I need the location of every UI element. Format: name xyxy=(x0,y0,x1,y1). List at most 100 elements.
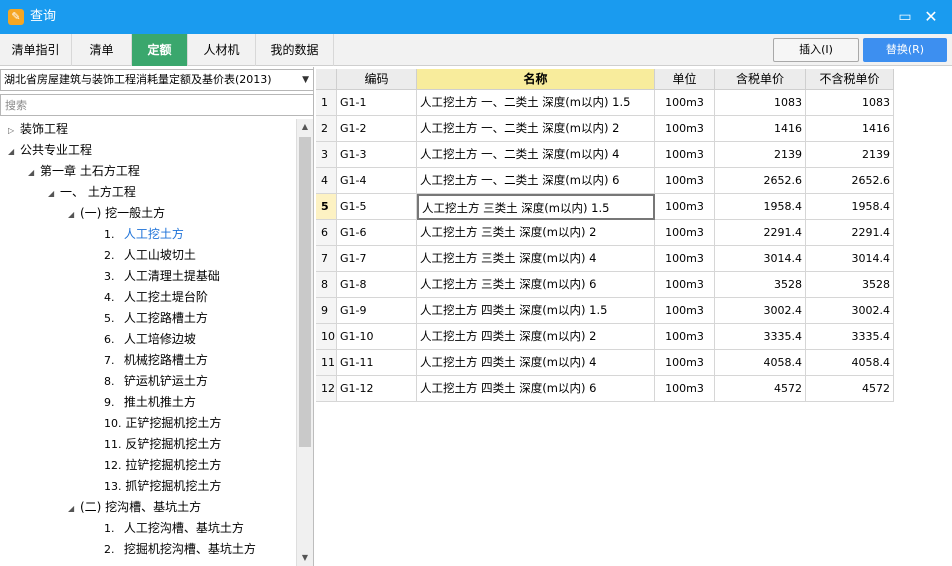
tree-item[interactable]: 1. 人工挖土方 xyxy=(104,224,184,245)
tree-item[interactable]: ◢ (一) 挖一般土方 xyxy=(68,203,165,224)
row-index[interactable]: 8 xyxy=(316,272,337,298)
cell-code[interactable]: G1-5 xyxy=(337,194,417,220)
table-row[interactable]: 9 G1-9 人工挖土方 四类土 深度(m以内) 1.5 100m3 3002.4 300… xyxy=(316,298,894,324)
cell-price-notax[interactable]: 3528 xyxy=(806,272,894,298)
library-dropdown[interactable]: 湖北省房屋建筑与装饰工程消耗量定额及基价表(2013) ▼ xyxy=(0,69,314,91)
tree-scrollbar[interactable]: ▲ ▼ xyxy=(296,119,313,566)
cell-code[interactable]: G1-8 xyxy=(337,272,417,298)
tab-list[interactable]: 清单 xyxy=(72,34,132,66)
cell-unit[interactable]: 100m3 xyxy=(655,116,715,142)
collapse-icon[interactable]: ◢ xyxy=(68,498,80,519)
tab-labor-material[interactable]: 人材机 xyxy=(188,34,256,66)
tree-item[interactable]: 2. 人工山坡切土 xyxy=(104,245,196,266)
cell-name[interactable]: 人工挖土方 一、二类土 深度(m以内) 4 xyxy=(417,142,655,168)
table-row[interactable]: 3 G1-3 人工挖土方 一、二类土 深度(m以内) 4 100m3 2139 2139 xyxy=(316,142,894,168)
cell-name[interactable]: 人工挖土方 四类土 深度(m以内) 4 xyxy=(417,350,655,376)
cell-price-tax[interactable]: 2139 xyxy=(715,142,806,168)
cell-price-notax[interactable]: 1083 xyxy=(806,90,894,116)
cell-price-tax[interactable]: 3528 xyxy=(715,272,806,298)
cell-price-notax[interactable]: 3014.4 xyxy=(806,246,894,272)
tree-item[interactable]: 8. 铲运机铲运土方 xyxy=(104,371,208,392)
cell-code[interactable]: G1-10 xyxy=(337,324,417,350)
table-row[interactable]: 10 G1-10 人工挖土方 四类土 深度(m以内) 2 100m3 3335.4 333… xyxy=(316,324,894,350)
header-price-notax[interactable]: 不含税单价 xyxy=(806,69,894,90)
cell-price-tax[interactable]: 2652.6 xyxy=(715,168,806,194)
collapse-icon[interactable]: ◢ xyxy=(8,141,20,162)
tree-item[interactable]: 10. 正铲挖掘机挖土方 xyxy=(104,413,221,434)
cell-name[interactable]: 人工挖土方 三类土 深度(m以内) 4 xyxy=(417,246,655,272)
row-index[interactable]: 5 xyxy=(316,194,337,220)
tree-item[interactable]: ◢ (二) 挖沟槽、基坑土方 xyxy=(68,497,201,518)
insert-button[interactable]: 插入(I) xyxy=(773,38,859,62)
cell-name[interactable]: 人工挖土方 三类土 深度(m以内) 6 xyxy=(417,272,655,298)
cell-name[interactable]: 人工挖土方 一、二类土 深度(m以内) 2 xyxy=(417,116,655,142)
cell-name[interactable]: 人工挖土方 三类土 深度(m以内) 1.5 xyxy=(417,194,655,220)
cell-price-tax[interactable]: 3002.4 xyxy=(715,298,806,324)
cell-code[interactable]: G1-3 xyxy=(337,142,417,168)
cell-name[interactable]: 人工挖土方 四类土 深度(m以内) 6 xyxy=(417,376,655,402)
scroll-up-icon[interactable]: ▲ xyxy=(297,119,313,135)
row-index[interactable]: 3 xyxy=(316,142,337,168)
cell-name[interactable]: 人工挖土方 三类土 深度(m以内) 2 xyxy=(417,220,655,246)
search-input[interactable] xyxy=(0,94,314,116)
cell-code[interactable]: G1-7 xyxy=(337,246,417,272)
table-row[interactable]: 5 G1-5 人工挖土方 三类土 深度(m以内) 1.5 100m3 1958.4 195… xyxy=(316,194,894,220)
cell-price-tax[interactable]: 4572 xyxy=(715,376,806,402)
cell-code[interactable]: G1-4 xyxy=(337,168,417,194)
replace-button[interactable]: 替换(R) xyxy=(863,38,947,62)
expand-icon[interactable]: ▷ xyxy=(8,120,20,141)
header-name[interactable]: 名称 xyxy=(417,69,655,90)
tree-item[interactable]: ▷ 装饰工程 xyxy=(8,119,68,140)
tree-item[interactable]: 12. 拉铲挖掘机挖土方 xyxy=(104,455,221,476)
tree-item[interactable]: ◢ 一、 土方工程 xyxy=(48,182,136,203)
row-index[interactable]: 2 xyxy=(316,116,337,142)
table-row[interactable]: 11 G1-11 人工挖土方 四类土 深度(m以内) 4 100m3 4058.4 405… xyxy=(316,350,894,376)
tree-item[interactable]: 4. 人工挖土堤台阶 xyxy=(104,287,208,308)
row-index[interactable]: 7 xyxy=(316,246,337,272)
cell-unit[interactable]: 100m3 xyxy=(655,194,715,220)
cell-price-tax[interactable]: 3014.4 xyxy=(715,246,806,272)
row-index[interactable]: 10 xyxy=(316,324,337,350)
cell-unit[interactable]: 100m3 xyxy=(655,350,715,376)
cell-unit[interactable]: 100m3 xyxy=(655,90,715,116)
header-price-tax[interactable]: 含税单价 xyxy=(715,69,806,90)
scroll-down-icon[interactable]: ▼ xyxy=(297,550,313,566)
cell-price-tax[interactable]: 1416 xyxy=(715,116,806,142)
tree-item[interactable]: ◢ 公共专业工程 xyxy=(8,140,92,161)
tree-item[interactable]: 6. 人工培修边坡 xyxy=(104,329,196,350)
cell-price-tax[interactable]: 3335.4 xyxy=(715,324,806,350)
cell-name[interactable]: 人工挖土方 四类土 深度(m以内) 2 xyxy=(417,324,655,350)
scroll-thumb[interactable] xyxy=(299,137,311,447)
table-row[interactable]: 1 G1-1 人工挖土方 一、二类土 深度(m以内) 1.5 100m3 1083 108… xyxy=(316,90,894,116)
maximize-icon[interactable]: ▭ xyxy=(896,8,914,26)
tree-item[interactable]: 7. 机械挖路槽土方 xyxy=(104,350,208,371)
cell-unit[interactable]: 100m3 xyxy=(655,324,715,350)
table-row[interactable]: 2 G1-2 人工挖土方 一、二类土 深度(m以内) 2 100m3 1416 1416 xyxy=(316,116,894,142)
cell-unit[interactable]: 100m3 xyxy=(655,272,715,298)
tab-my-data[interactable]: 我的数据 xyxy=(256,34,334,66)
cell-name[interactable]: 人工挖土方 四类土 深度(m以内) 1.5 xyxy=(417,298,655,324)
row-index[interactable]: 12 xyxy=(316,376,337,402)
cell-price-notax[interactable]: 1416 xyxy=(806,116,894,142)
tree-item[interactable]: 13. 抓铲挖掘机挖土方 xyxy=(104,476,221,497)
table-row[interactable]: 8 G1-8 人工挖土方 三类土 深度(m以内) 6 100m3 3528 3528 xyxy=(316,272,894,298)
cell-price-notax[interactable]: 2139 xyxy=(806,142,894,168)
table-row[interactable]: 7 G1-7 人工挖土方 三类土 深度(m以内) 4 100m3 3014.4 3014.… xyxy=(316,246,894,272)
tree-item[interactable]: 5. 人工挖路槽土方 xyxy=(104,308,208,329)
tab-list-guide[interactable]: 清单指引 xyxy=(0,34,72,66)
tab-quota[interactable]: 定额 xyxy=(132,34,188,66)
tree-item[interactable]: 11. 反铲挖掘机挖土方 xyxy=(104,434,221,455)
tree-item[interactable]: 9. 推土机推土方 xyxy=(104,392,196,413)
cell-unit[interactable]: 100m3 xyxy=(655,168,715,194)
table-row[interactable]: 6 G1-6 人工挖土方 三类土 深度(m以内) 2 100m3 2291.4 2291.… xyxy=(316,220,894,246)
header-unit[interactable]: 单位 xyxy=(655,69,715,90)
cell-price-notax[interactable]: 1958.4 xyxy=(806,194,894,220)
cell-price-notax[interactable]: 2291.4 xyxy=(806,220,894,246)
tree-item[interactable]: ◢ 第一章 土石方工程 xyxy=(28,161,140,182)
cell-name[interactable]: 人工挖土方 一、二类土 深度(m以内) 1.5 xyxy=(417,90,655,116)
cell-code[interactable]: G1-9 xyxy=(337,298,417,324)
cell-price-notax[interactable]: 3002.4 xyxy=(806,298,894,324)
table-row[interactable]: 12 G1-12 人工挖土方 四类土 深度(m以内) 6 100m3 4572 4572 xyxy=(316,376,894,402)
collapse-icon[interactable]: ◢ xyxy=(68,204,80,225)
table-row[interactable]: 4 G1-4 人工挖土方 一、二类土 深度(m以内) 6 100m3 2652.6 265… xyxy=(316,168,894,194)
